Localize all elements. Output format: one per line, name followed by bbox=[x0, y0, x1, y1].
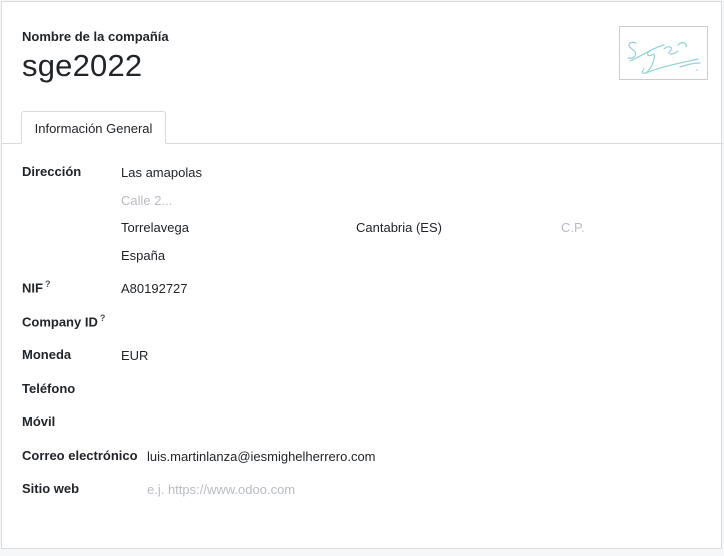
tab-informacion-general[interactable]: Información General bbox=[21, 111, 166, 144]
mobile-field[interactable] bbox=[121, 415, 421, 431]
currency-label: Moneda bbox=[22, 347, 72, 362]
vat-field[interactable]: A80192727 bbox=[121, 281, 188, 296]
email-label: Correo electrónico bbox=[22, 448, 138, 463]
street-field[interactable]: Las amapolas bbox=[121, 165, 202, 180]
phone-label: Teléfono bbox=[22, 381, 76, 396]
email-field[interactable]: luis.martinlanza@iesmighelherrero.com bbox=[147, 449, 376, 464]
vat-label-text: NIF bbox=[22, 280, 43, 296]
company-name-label: Nombre de la compañía bbox=[22, 29, 169, 44]
form-tabs: Información General bbox=[2, 111, 723, 144]
company-name-field[interactable]: sge2022 bbox=[22, 48, 142, 84]
signature-logo-image bbox=[627, 41, 701, 74]
company-id-label: Company ID? bbox=[22, 313, 105, 329]
currency-field[interactable]: EUR bbox=[121, 348, 148, 363]
state-field[interactable]: Cantabria (ES) bbox=[356, 220, 442, 235]
company-id-field[interactable] bbox=[121, 315, 421, 331]
company-logo[interactable] bbox=[619, 26, 708, 80]
street2-field[interactable]: Calle 2... bbox=[121, 193, 172, 208]
company-id-label-text: Company ID bbox=[22, 314, 98, 330]
zip-field[interactable]: C.P. bbox=[561, 220, 585, 235]
city-field[interactable]: Torrelavega bbox=[121, 220, 189, 235]
vat-help-icon[interactable]: ? bbox=[45, 279, 51, 289]
country-field[interactable]: España bbox=[121, 248, 165, 263]
company-form-sheet: Nombre de la compañía sge2022 Informació… bbox=[1, 1, 723, 549]
vat-label: NIF? bbox=[22, 279, 50, 295]
website-label: Sitio web bbox=[22, 481, 80, 496]
website-field[interactable]: e.j. https://www.odoo.com bbox=[147, 482, 295, 497]
mobile-label: Móvil bbox=[22, 414, 56, 429]
phone-field[interactable] bbox=[121, 382, 421, 398]
company-id-help-icon[interactable]: ? bbox=[100, 313, 106, 323]
address-label: Dirección bbox=[22, 164, 82, 179]
